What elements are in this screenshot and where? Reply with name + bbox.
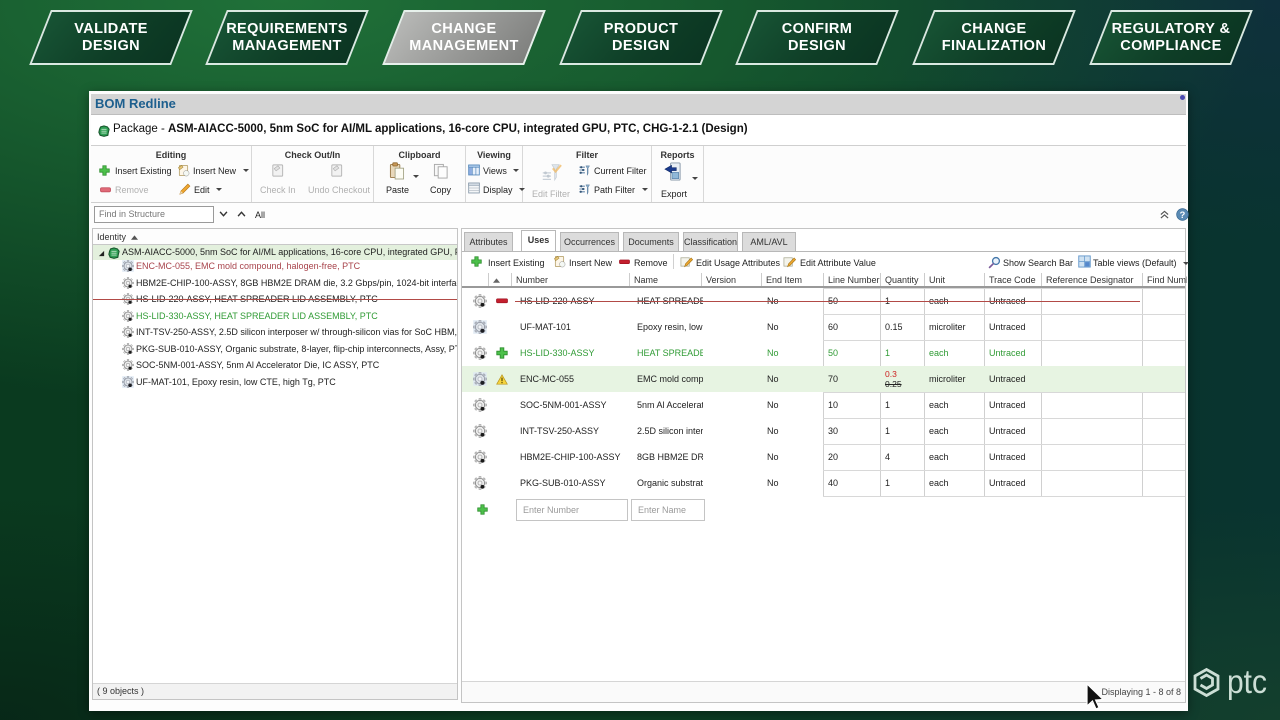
svg-text:ptc: ptc: [1227, 663, 1267, 700]
